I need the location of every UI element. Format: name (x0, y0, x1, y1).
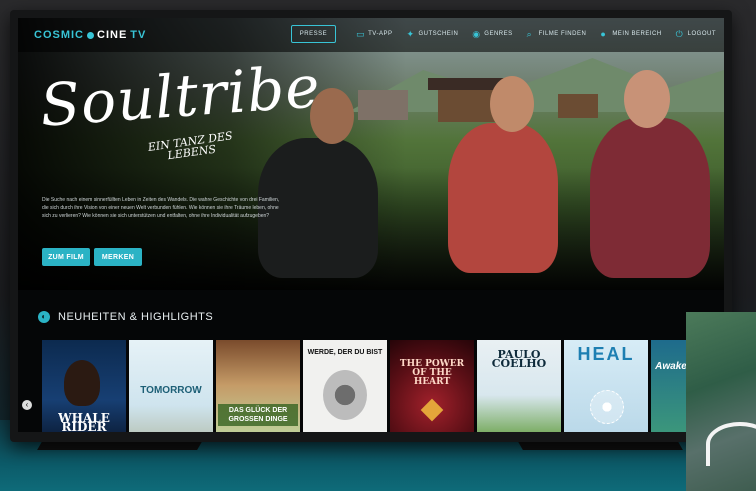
aerial-photo-overlay (686, 312, 756, 491)
poster-tomorrow[interactable]: TOMORROW (129, 340, 213, 432)
heart-icon (420, 398, 444, 422)
poster-heal[interactable]: HEAL (564, 340, 648, 432)
poster-paulo-coelho[interactable]: PAULO COELHO (477, 340, 561, 432)
bookmark-button[interactable]: MERKEN (94, 248, 142, 266)
press-button[interactable]: PRESSE (290, 25, 337, 43)
highlights-icon: ◐ (38, 311, 50, 323)
watch-film-button[interactable]: ZUM FILM (42, 248, 90, 266)
nav-tv-app[interactable]: ▭ TV-APP (356, 29, 392, 39)
poster-werde-der-du-bist[interactable]: WERDE, DER DU BIST (303, 340, 387, 432)
poster-whale-rider[interactable]: WHALE RIDER (42, 340, 126, 432)
tv-icon: ▭ (356, 29, 366, 39)
poster-tree-illustration (323, 370, 367, 420)
genres-icon: ◉ (472, 29, 481, 39)
person-right-head (624, 70, 670, 128)
aerial-road-curve (706, 422, 756, 466)
chalet-shape (358, 90, 408, 120)
logo-dot-icon (87, 31, 94, 39)
nav-logout[interactable]: ⏻ LOGOUT (675, 29, 716, 39)
cosmic-cinetv-logo[interactable]: COSMIC CINE TV (34, 29, 146, 41)
hero-description: Die Suche nach einem sinnerfüllten Leben… (42, 197, 280, 219)
poster-carousel: WHALE RIDER TOMORROW DAS GLÜCK DER GROSS… (42, 340, 691, 432)
search-icon: ⌕ (526, 29, 533, 39)
poster-awake[interactable]: Awake (651, 340, 691, 432)
person-right (590, 118, 710, 278)
nav-genres[interactable]: ◉ GENRES (472, 29, 512, 39)
voucher-icon: ✦ (406, 29, 415, 39)
section-header: ◐ NEUHEITEN & HIGHLIGHTS (38, 311, 213, 323)
nav-filme-finden[interactable]: ⌕ FILME FINDEN (526, 29, 587, 39)
main-nav: PRESSE ▭ TV-APP ✦ GUTSCHEIN ◉ GENRES ⌕ F… (290, 25, 716, 43)
dandelion-illustration (590, 390, 624, 424)
top-navigation-bar: COSMIC CINE TV PRESSE ▭ TV-APP ✦ GUTSCHE… (18, 18, 724, 52)
poster-das-glueck[interactable]: DAS GLÜCK DER GROSSEN DINGE (216, 340, 300, 432)
carousel-prev-arrow-icon[interactable]: ‹ (22, 400, 32, 410)
nav-gutschein[interactable]: ✦ GUTSCHEIN (406, 29, 458, 39)
user-icon: ● (600, 29, 607, 39)
poster-power-of-the-heart[interactable]: THE POWER OF THE HEART (390, 340, 474, 432)
person-middle (448, 123, 558, 273)
chalet-shape (558, 94, 598, 118)
person-middle-head (490, 76, 534, 132)
nav-mein-bereich[interactable]: ● MEIN BEREICH (600, 29, 661, 39)
tv-frame: COSMIC CINE TV PRESSE ▭ TV-APP ✦ GUTSCHE… (10, 10, 732, 442)
poster-portrait (64, 360, 100, 406)
tv-screen: COSMIC CINE TV PRESSE ▭ TV-APP ✦ GUTSCHE… (18, 18, 724, 432)
logout-icon: ⏻ (675, 29, 684, 39)
